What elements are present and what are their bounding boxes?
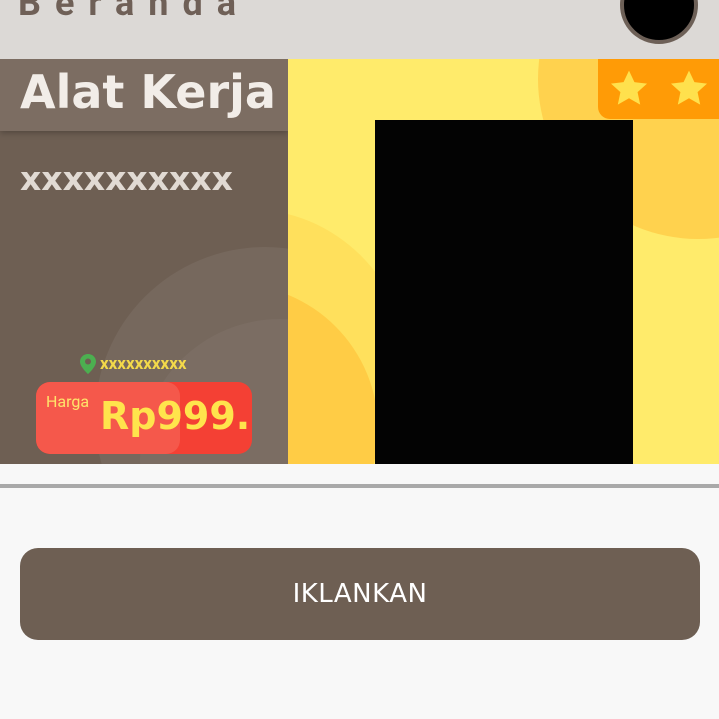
divider: [0, 484, 719, 488]
price-badge: Harga Rp999...: [36, 382, 252, 454]
star-icon: [670, 70, 707, 105]
product-card[interactable]: Alat Kerja xxxxxxxxxx xxxxxxxxxx Harga R…: [0, 59, 719, 464]
star-icon: [610, 70, 647, 105]
user-avatar[interactable]: [620, 0, 698, 44]
top-app-bar: Beranda: [0, 0, 719, 59]
promote-button[interactable]: IKLANKAN: [20, 548, 700, 640]
price-label: Harga: [46, 392, 90, 411]
product-info-panel: Alat Kerja xxxxxxxxxx xxxxxxxxxx Harga R…: [0, 59, 288, 464]
rating-badge: [598, 59, 719, 119]
location-pin-icon: [80, 354, 96, 374]
product-image-panel: [288, 59, 719, 464]
product-category: Alat Kerja: [20, 65, 276, 119]
location-text: xxxxxxxxxx: [100, 354, 187, 374]
product-location: xxxxxxxxxx: [80, 354, 187, 374]
product-name: xxxxxxxxxx: [20, 159, 233, 198]
product-photo[interactable]: [375, 120, 633, 464]
page-title: Beranda: [18, 0, 250, 24]
category-header: Alat Kerja: [0, 59, 288, 131]
price-value: Rp999...: [100, 394, 252, 438]
